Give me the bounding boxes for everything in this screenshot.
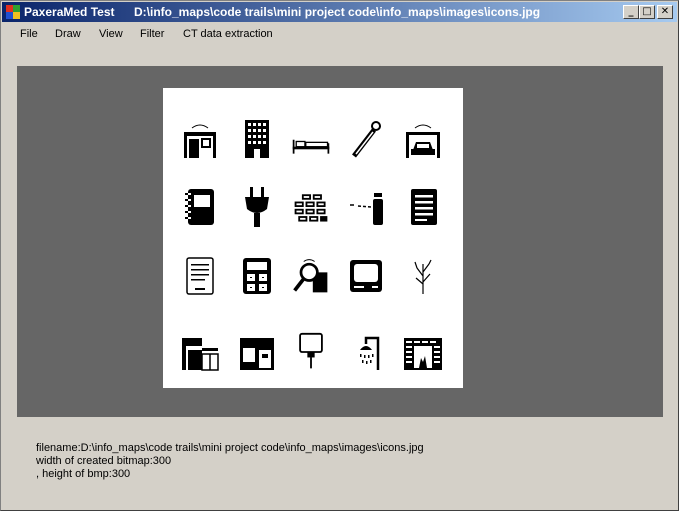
maximize-button[interactable]: □ — [639, 5, 655, 19]
magnifier-icon — [293, 259, 328, 293]
lamp-icon — [350, 193, 383, 225]
loaded-image — [163, 88, 463, 388]
menu-ct-data-extraction[interactable]: CT data extraction — [183, 28, 273, 40]
menu-filter[interactable]: Filter — [140, 28, 164, 40]
menu-draw[interactable]: Draw — [55, 28, 81, 40]
minimize-button[interactable]: _ — [623, 5, 639, 19]
window-file-path: D:\info_maps\code trails\mini project co… — [134, 5, 541, 19]
page-icon — [186, 257, 214, 295]
title-bar[interactable]: PaxeraMed Test D:\info_maps\code trails\… — [2, 2, 677, 22]
close-button[interactable]: ✕ — [657, 5, 673, 19]
app-window: PaxeraMed Test D:\info_maps\code trails\… — [0, 0, 679, 511]
bitmap-width-label: width of created bitmap:300 — [36, 455, 172, 467]
stove-counter-icon — [240, 338, 274, 370]
bricks-icon — [294, 194, 328, 222]
bed-icon — [292, 139, 330, 154]
app-icon — [6, 5, 20, 19]
menu-view[interactable]: View — [99, 28, 123, 40]
image-info-text: filename:D:\info_maps\code trails\mini p… — [36, 442, 424, 481]
filename-label: filename:D:\info_maps\code trails\mini p… — [36, 442, 424, 454]
thermometer-icon — [352, 121, 381, 158]
menu-file[interactable]: File — [20, 28, 38, 40]
sign-icon — [299, 332, 323, 369]
shower-icon — [360, 336, 380, 370]
garage-car-icon — [406, 124, 440, 158]
bitmap-height-label: , height of bmp:300 — [36, 468, 131, 480]
fireplace-icon — [404, 338, 442, 370]
television-icon — [350, 260, 382, 292]
calculator-icon — [243, 258, 271, 294]
menu-bar: File Draw View Filter CT data extraction — [2, 23, 677, 45]
building-icon — [245, 120, 269, 158]
window-title: PaxeraMed Test — [24, 5, 115, 19]
plug-icon — [245, 187, 269, 227]
kitchen-icon — [182, 338, 219, 371]
notebook-icon — [185, 189, 214, 225]
house-icon — [184, 124, 216, 158]
document-icon — [411, 189, 437, 225]
plant-icon — [414, 259, 432, 294]
